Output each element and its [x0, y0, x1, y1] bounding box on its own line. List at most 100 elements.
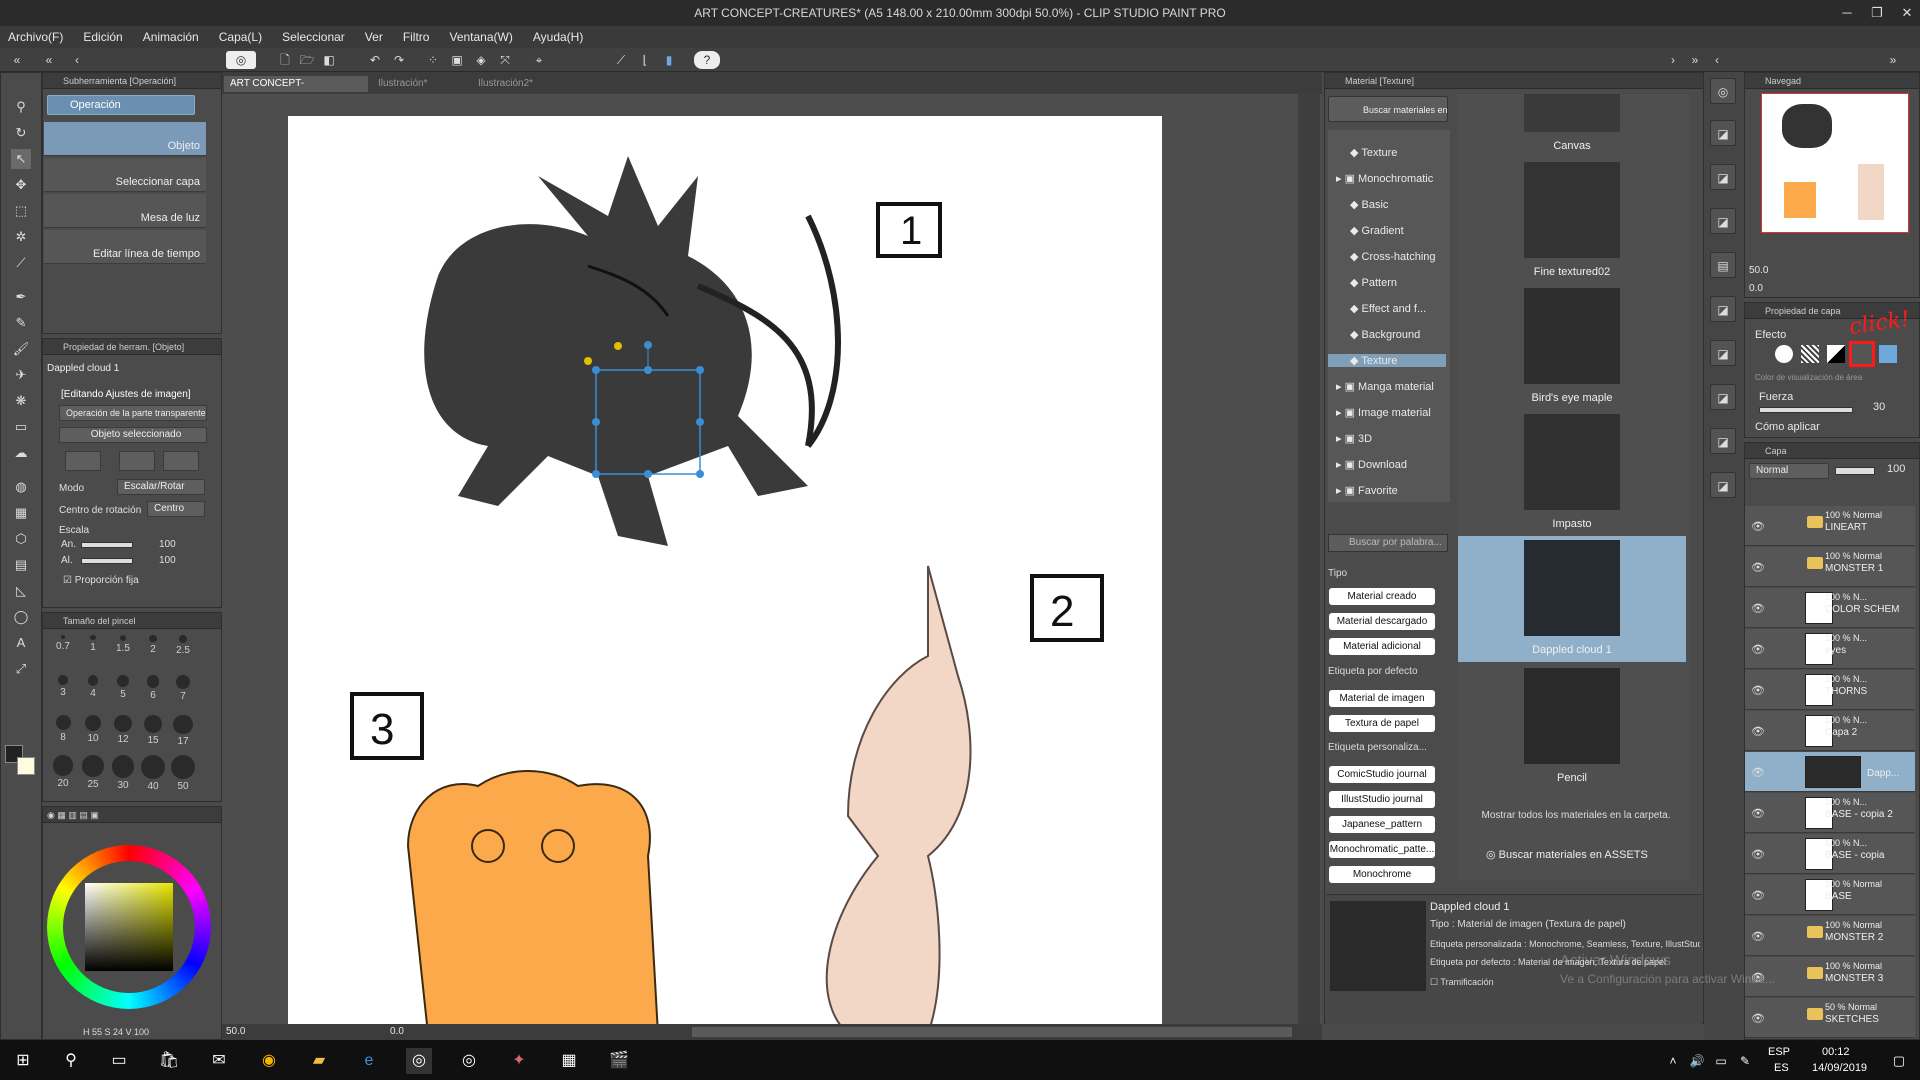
material-icon-3[interactable]: ◪	[1710, 208, 1736, 234]
rotate-button[interactable]	[163, 451, 199, 471]
material-tree-item[interactable]: ◆ Gradient	[1328, 224, 1446, 237]
correct-line-icon[interactable]: ⤢	[11, 659, 31, 679]
chrome-icon[interactable]: ◉	[256, 1048, 282, 1074]
strength-value[interactable]: 30	[1873, 401, 1885, 413]
tag-comicstudio[interactable]: ComicStudio journal	[1329, 766, 1435, 783]
expand-right-icon[interactable]: »	[1686, 51, 1704, 69]
volume-icon[interactable]: 🔊	[1684, 1048, 1710, 1074]
file-explorer-icon[interactable]: ▰	[306, 1048, 332, 1074]
canvas-page[interactable]: 1 2 3	[288, 116, 1162, 1035]
text-tool-icon[interactable]: A	[11, 633, 31, 653]
layer-row[interactable]: 👁 100 % N... THORNS	[1745, 670, 1915, 710]
layer-row[interactable]: 👁 100 % N... Capa 2	[1745, 711, 1915, 751]
visibility-eye-icon[interactable]: 👁	[1751, 930, 1765, 943]
brush-size-cell[interactable]: 2	[141, 635, 165, 655]
blend-mode-dropdown[interactable]: Normal	[1749, 463, 1829, 479]
blend-icon[interactable]: ☁	[11, 443, 31, 463]
tag-material-additional[interactable]: Material adicional	[1329, 638, 1435, 655]
ruler-icon[interactable]: ◺	[11, 581, 31, 601]
material-tree-item[interactable]: ▸ ▣ Favorite	[1328, 484, 1446, 497]
saturation-value-square[interactable]	[85, 883, 173, 971]
chevron-right-icon[interactable]: ›	[1664, 51, 1682, 69]
subtool-group-tab[interactable]: Operación	[47, 95, 195, 115]
paint-app-icon[interactable]: ✦	[506, 1048, 532, 1074]
thumb-dappled-cloud[interactable]	[1524, 540, 1620, 636]
visibility-eye-icon[interactable]: 👁	[1751, 561, 1765, 574]
visibility-eye-icon[interactable]: 👁	[1751, 1012, 1765, 1025]
clear-selection-icon[interactable]: ⁘	[424, 51, 442, 69]
doc-tab-active[interactable]: ART CONCEPT-CREATURES*	[224, 76, 368, 105]
selection-tool-icon[interactable]: ⬚	[11, 201, 31, 221]
chevron-left-icon-2[interactable]: ‹	[1708, 51, 1726, 69]
layer-row[interactable]: 👁 Dapp...	[1745, 752, 1915, 792]
material-icon-4[interactable]: ◪	[1710, 296, 1736, 322]
material-icon-5[interactable]: ◪	[1710, 340, 1736, 366]
rotation-center-dropdown[interactable]: Centro	[147, 501, 205, 517]
doc-tab-2[interactable]: Ilustración*	[372, 76, 468, 92]
task-view-icon[interactable]: ▭	[106, 1048, 132, 1074]
material-canvas-label[interactable]: Canvas	[1460, 140, 1684, 152]
brush-size-cell[interactable]: 3	[51, 675, 75, 698]
canvas-vscroll[interactable]	[1298, 94, 1320, 1032]
zoom-tool-icon[interactable]: ⚲	[11, 97, 31, 117]
visibility-eye-icon[interactable]: 👁	[1751, 520, 1765, 533]
search-icon[interactable]: ⚲	[58, 1048, 84, 1074]
brush-size-cell[interactable]: 6	[141, 675, 165, 701]
frame-icon[interactable]: ▤	[11, 555, 31, 575]
brush-size-cell[interactable]: 25	[81, 755, 105, 790]
reset-transform-button[interactable]	[65, 451, 101, 471]
decoration-icon[interactable]: ❋	[11, 391, 31, 411]
material-search-input[interactable]: Buscar por palabra...	[1328, 534, 1448, 552]
brush-size-cell[interactable]: 1	[81, 635, 105, 653]
hue-ring[interactable]	[47, 845, 211, 1009]
auto-select-icon[interactable]: ✲	[11, 227, 31, 247]
brush-size-cell[interactable]: 5	[111, 675, 135, 700]
layer-row[interactable]: 👁 100 % Normal BASE	[1745, 875, 1915, 915]
menu-layer[interactable]: Capa(L)	[219, 30, 262, 44]
thumb-impasto[interactable]	[1524, 414, 1620, 510]
brush-size-cell[interactable]: 4	[81, 675, 105, 699]
material-icon-6[interactable]: ◪	[1710, 384, 1736, 410]
width-value[interactable]: 100	[159, 539, 176, 550]
material-dappled-cloud-label[interactable]: Dappled cloud 1	[1460, 644, 1684, 656]
material-tree-item[interactable]: ▸ ▣ Manga material	[1328, 380, 1446, 393]
video-editor-icon[interactable]: 🎬	[606, 1048, 632, 1074]
tag-material-created[interactable]: Material creado	[1329, 588, 1435, 605]
navigator-rotation[interactable]: 0.0	[1749, 283, 1763, 294]
brush-size-cell[interactable]: 40	[141, 755, 165, 792]
tag-illuststudio[interactable]: IllustStudio journal	[1329, 791, 1435, 808]
layer-row[interactable]: 👁 100 % Normal MONSTER 1	[1745, 547, 1915, 587]
material-icon-2[interactable]: ◪	[1710, 164, 1736, 190]
material-tree-item[interactable]: ▸ ▣ Monochromatic	[1328, 172, 1446, 185]
effect-extract-line-icon[interactable]	[1827, 345, 1845, 363]
layer-row[interactable]: 👁 100 % N... COLOR SCHEM	[1745, 588, 1915, 628]
save-icon[interactable]: ◧	[320, 51, 338, 69]
expand-right-icon-2[interactable]: »	[1884, 51, 1902, 69]
brush-size-cell[interactable]: 30	[111, 755, 135, 791]
tray-chevron-icon[interactable]: ˄	[1660, 1048, 1686, 1074]
visibility-eye-icon[interactable]: 👁	[1751, 889, 1765, 902]
material-tree-item[interactable]: ◆ Background	[1328, 328, 1446, 341]
notifications-icon[interactable]: ▢	[1886, 1048, 1912, 1074]
thumb-canvas[interactable]	[1524, 94, 1620, 132]
menu-file[interactable]: Archivo(F)	[8, 30, 63, 44]
material-tree-item[interactable]: ◆ Basic	[1328, 198, 1446, 211]
calculator-icon[interactable]: ▦	[556, 1048, 582, 1074]
effect-tone-icon[interactable]	[1801, 345, 1819, 363]
search-assets-button-top[interactable]: Buscar materiales en A...	[1328, 96, 1448, 122]
visibility-eye-icon[interactable]: 👁	[1751, 848, 1765, 861]
thumb-birds-eye-maple[interactable]	[1524, 288, 1620, 384]
close-icon[interactable]: ✕	[1884, 0, 1920, 26]
clip-icon[interactable]: ◎	[1710, 78, 1736, 104]
visibility-eye-icon[interactable]: 👁	[1751, 602, 1765, 615]
brush-size-cell[interactable]: 15	[141, 715, 165, 746]
menu-edit[interactable]: Edición	[83, 30, 122, 44]
move-layer-icon[interactable]: ✥	[11, 175, 31, 195]
material-pencil-label[interactable]: Pencil	[1460, 772, 1684, 784]
subtool-edit-timeline[interactable]: Editar línea de tiempo	[44, 230, 206, 264]
brush-size-cell[interactable]: 20	[51, 755, 75, 789]
mode-dropdown[interactable]: Escalar/Rotar	[117, 479, 205, 495]
canvas-hscroll[interactable]	[692, 1027, 1292, 1037]
menu-select[interactable]: Seleccionar	[282, 30, 345, 44]
menu-window[interactable]: Ventana(W)	[449, 30, 512, 44]
